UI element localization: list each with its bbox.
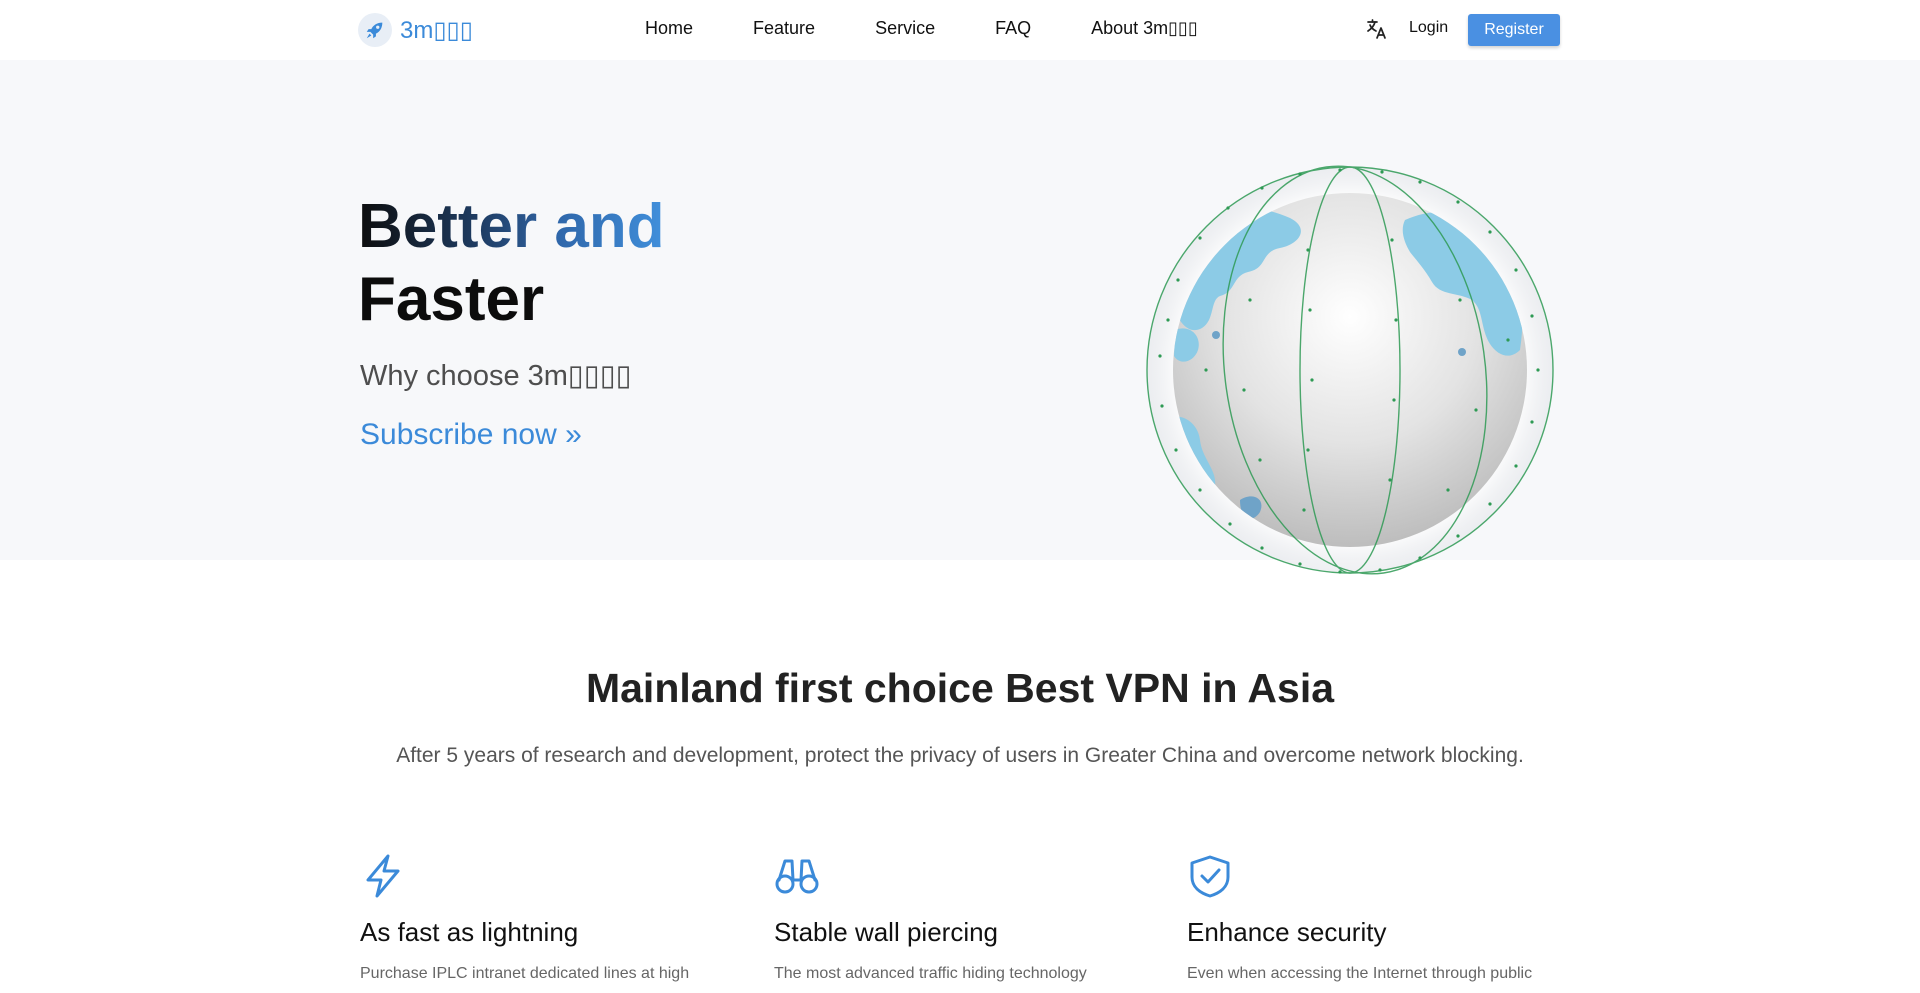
nav-home[interactable]: Home <box>645 18 693 39</box>
shield-check-icon <box>1187 853 1547 899</box>
hero-section: Better and Faster Why choose 3m▯▯▯▯ Subs… <box>0 60 1920 575</box>
brand-name: 3m▯▯▯ <box>400 16 473 44</box>
lightning-icon <box>360 853 720 899</box>
globe-illustration <box>1146 165 1554 575</box>
rocket-icon <box>358 13 392 47</box>
hero-title-line-2: Faster <box>358 265 545 334</box>
feature-card-stability: Stable wall piercing The most advanced t… <box>774 853 1134 982</box>
hero-title: Better and Faster <box>358 190 665 336</box>
feature-card-speed: As fast as lightning Purchase IPLC intra… <box>360 853 720 982</box>
main-nav: Home Feature Service FAQ About 3m▯▯▯ <box>645 18 1198 39</box>
login-link[interactable]: Login <box>1409 19 1448 37</box>
brand-logo[interactable]: 3m▯▯▯ <box>358 13 473 47</box>
section-lead: After 5 years of research and developmen… <box>396 744 1524 767</box>
feature-text: The most advanced traffic hiding technol… <box>774 965 1087 982</box>
top-navigation: 3m▯▯▯ Home Feature Service FAQ About 3m▯… <box>0 0 1920 60</box>
hero-title-word-2: and <box>554 192 665 261</box>
subscribe-link[interactable]: Subscribe now » <box>360 418 582 452</box>
feature-text: Purchase IPLC intranet dedicated lines a… <box>360 965 690 982</box>
nav-faq[interactable]: FAQ <box>995 18 1031 39</box>
feature-text: Even when accessing the Internet through… <box>1187 965 1533 982</box>
feature-title: As fast as lightning <box>360 917 579 947</box>
nav-about[interactable]: About 3m▯▯▯ <box>1091 18 1198 39</box>
register-button[interactable]: Register <box>1468 14 1560 46</box>
hero-subtitle: Why choose 3m▯▯▯▯ <box>360 360 632 392</box>
feature-card-security: Enhance security Even when accessing the… <box>1187 853 1547 982</box>
hero-title-word-1: Better <box>358 192 538 261</box>
translate-icon[interactable] <box>1365 17 1389 41</box>
binoculars-icon <box>774 853 1134 899</box>
nav-service[interactable]: Service <box>875 18 935 39</box>
section-headline: Mainland first choice Best VPN in Asia <box>585 665 1335 711</box>
feature-title: Stable wall piercing <box>774 917 999 947</box>
feature-title: Enhance security <box>1187 917 1387 947</box>
nav-feature[interactable]: Feature <box>753 18 815 39</box>
